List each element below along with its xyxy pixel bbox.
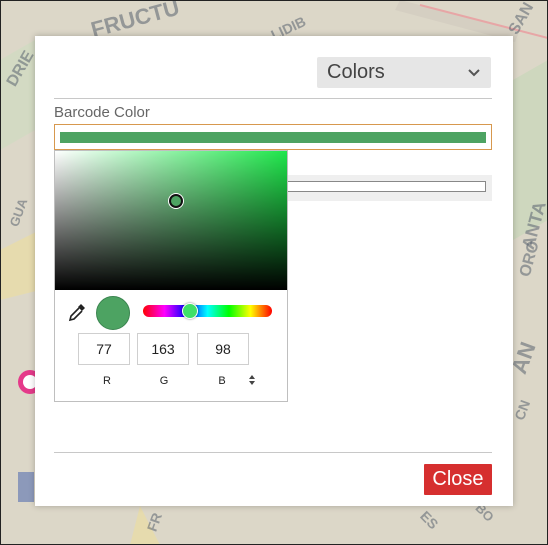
- red-input[interactable]: 77: [78, 333, 130, 365]
- green-input[interactable]: 163: [137, 333, 189, 365]
- blue-input[interactable]: 98: [197, 333, 249, 365]
- barcode-settings-dialog: Colors Barcode Color 77 163 98 R G B Clo…: [35, 36, 513, 506]
- divider: [54, 452, 492, 453]
- red-label: R: [103, 375, 111, 387]
- blue-label: B: [218, 375, 226, 387]
- secondary-color-field[interactable]: [285, 175, 492, 201]
- current-color-preview: [96, 296, 130, 330]
- colors-select-value: Colors: [327, 61, 385, 83]
- divider: [54, 98, 492, 99]
- color-picker-popup: 77 163 98 R G B: [54, 150, 288, 402]
- hue-slider-thumb[interactable]: [182, 303, 199, 319]
- barcode-color-swatch: [60, 132, 486, 143]
- hue-slider[interactable]: [143, 303, 272, 319]
- secondary-color-swatch: [287, 181, 486, 192]
- green-label: G: [159, 375, 169, 387]
- colors-select[interactable]: Colors: [317, 57, 491, 88]
- barcode-color-label: Barcode Color: [54, 104, 150, 121]
- chevron-down-icon: [467, 61, 481, 84]
- close-button[interactable]: Close: [424, 464, 492, 495]
- saturation-value-area[interactable]: [55, 151, 287, 290]
- saturation-value-handle[interactable]: [169, 194, 183, 208]
- up-down-arrows-icon[interactable]: [248, 375, 256, 387]
- barcode-color-field[interactable]: [54, 124, 492, 150]
- eyedropper-icon[interactable]: [66, 301, 88, 323]
